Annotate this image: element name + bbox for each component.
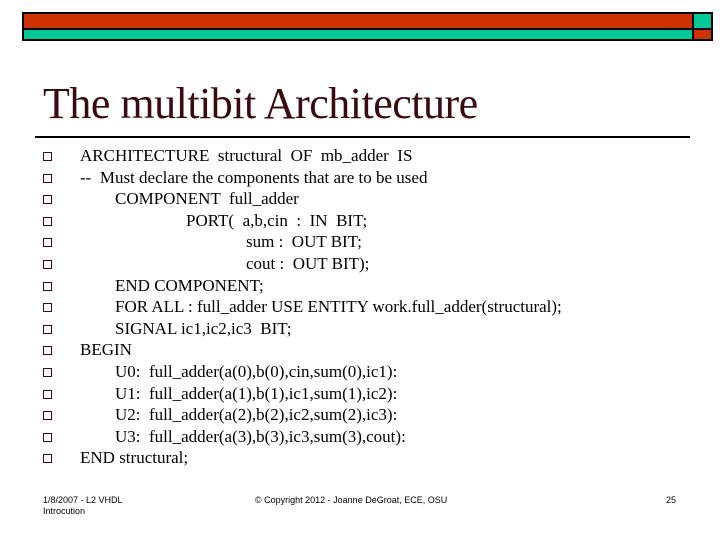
list-item: SIGNAL ic1,ic2,ic3 BIT; <box>0 319 720 341</box>
code-line-text: sum : OUT BIT; <box>246 232 362 252</box>
list-item: FOR ALL : full_adder USE ENTITY work.ful… <box>0 297 720 319</box>
list-item: U0: full_adder(a(0),b(0),cin,sum(0),ic1)… <box>0 362 720 384</box>
code-line-text: END COMPONENT; <box>115 275 264 295</box>
hollow-square-bullet-icon <box>43 367 52 377</box>
title-divider <box>35 136 690 138</box>
code-line-text: PORT( a,b,cin : IN BIT; <box>186 210 368 230</box>
hollow-square-bullet-icon <box>43 389 52 399</box>
hollow-square-bullet-icon <box>43 346 52 356</box>
list-item: END structural; <box>0 448 720 470</box>
code-line-text: FOR ALL : full_adder USE ENTITY work.ful… <box>115 297 562 317</box>
hollow-square-bullet-icon <box>43 152 52 161</box>
list-item: END COMPONENT; <box>0 276 720 298</box>
list-item: PORT( a,b,cin : IN BIT; <box>0 211 720 233</box>
footer-date-course: 1/8/2007 - L2 VHDL Introcution <box>43 495 123 516</box>
hollow-square-bullet-icon <box>43 454 52 464</box>
code-line-text: -- Must declare the components that are … <box>80 167 428 187</box>
hollow-square-bullet-icon <box>43 259 52 269</box>
code-line-text: COMPONENT full_adder <box>115 189 299 209</box>
page-number: 25 <box>666 495 677 505</box>
hollow-square-bullet-icon <box>43 432 52 442</box>
hollow-square-bullet-icon <box>43 216 52 226</box>
code-line-text: U0: full_adder(a(0),b(0),cin,sum(0),ic1)… <box>115 361 398 381</box>
list-item: ARCHITECTURE structural OF mb_adder IS <box>0 146 720 168</box>
hollow-square-bullet-icon <box>43 303 52 313</box>
hollow-square-bullet-icon <box>43 238 52 248</box>
list-item: sum : OUT BIT; <box>0 232 720 254</box>
header-square-red <box>692 28 713 41</box>
code-line-text: SIGNAL ic1,ic2,ic3 BIT; <box>115 318 292 338</box>
list-item: U1: full_adder(a(1),b(1),ic1,sum(1),ic2)… <box>0 384 720 406</box>
code-line-text: U3: full_adder(a(3),b(3),ic3,sum(3),cout… <box>115 426 406 446</box>
list-item: -- Must declare the components that are … <box>0 168 720 190</box>
decorative-header-bars <box>22 12 713 41</box>
code-line-text: U2: full_adder(a(2),b(2),ic2,sum(2),ic3)… <box>115 405 398 425</box>
hollow-square-bullet-icon <box>43 411 52 421</box>
code-line-text: cout : OUT BIT); <box>246 253 370 273</box>
list-item: U3: full_adder(a(3),b(3),ic3,sum(3),cout… <box>0 427 720 449</box>
hollow-square-bullet-icon <box>43 173 52 183</box>
hollow-square-bullet-icon <box>43 324 52 334</box>
code-line-text: ARCHITECTURE structural OF mb_adder IS <box>80 146 413 165</box>
slide-title: The multibit Architecture <box>43 79 478 128</box>
list-item: COMPONENT full_adder <box>0 189 720 211</box>
list-item: BEGIN <box>0 340 720 362</box>
code-line-text: BEGIN <box>80 340 132 360</box>
hollow-square-bullet-icon <box>43 195 52 205</box>
hollow-square-bullet-icon <box>43 281 52 291</box>
footer-copyright: © Copyright 2012 - Joanne DeGroat, ECE, … <box>255 495 448 505</box>
code-line-text: END structural; <box>80 448 189 468</box>
code-bullet-list: ARCHITECTURE structural OF mb_adder IS --… <box>0 146 720 470</box>
list-item: cout : OUT BIT); <box>0 254 720 276</box>
header-bar-teal <box>22 28 694 41</box>
code-line-text: U1: full_adder(a(1),b(1),ic1,sum(1),ic2)… <box>115 383 398 403</box>
list-item: U2: full_adder(a(2),b(2),ic2,sum(2),ic3)… <box>0 405 720 427</box>
